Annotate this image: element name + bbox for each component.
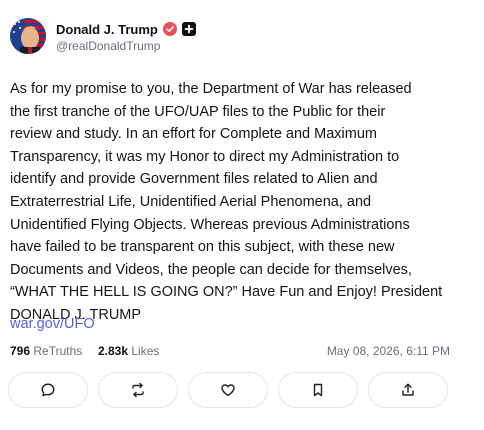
post-line: identify and provide Government files re… (10, 171, 378, 188)
likes-stat[interactable]: 2.83k Likes (98, 344, 159, 358)
post-stats: 796 ReTruths 2.83k Likes May 08, 2026, 6… (10, 344, 450, 362)
name-line: Donald J. Trump (56, 20, 196, 38)
share-icon (400, 382, 416, 398)
bookmark-button[interactable] (278, 372, 358, 408)
post-line: Transparency, it was my Honor to direct … (10, 148, 400, 165)
retruths-label: ReTruths (33, 344, 83, 358)
post-line: “WHAT THE HELL IS GOING ON?” Have Fun an… (10, 284, 443, 301)
timestamp[interactable]: May 08, 2026, 6:11 PM (327, 344, 450, 358)
likes-label: Likes (131, 344, 160, 358)
retruth-icon (130, 382, 146, 398)
post-line: Extraterrestrial Life, Unidentified Aeri… (10, 193, 372, 210)
bookmark-icon (310, 382, 326, 398)
post-line: the first tranche of the UFO/UAP files t… (10, 103, 386, 120)
share-button[interactable] (368, 372, 448, 408)
post-line: Unidentified Flying Objects. Whereas pre… (10, 216, 410, 233)
reply-button[interactable] (8, 372, 88, 408)
like-button[interactable] (188, 372, 268, 408)
like-icon (220, 382, 236, 398)
avatar[interactable] (10, 18, 46, 54)
retruths-stat[interactable]: 796 ReTruths (10, 344, 82, 358)
action-bar (0, 372, 484, 412)
post-line: review and study. In an effort for Compl… (10, 126, 377, 143)
post-body: As for my promise to you, the Department… (10, 78, 480, 327)
retruths-count: 796 (10, 344, 31, 358)
post-line: Documents and Videos, the people can dec… (10, 261, 412, 278)
reply-icon (40, 382, 56, 398)
official-account-icon (181, 22, 196, 36)
verified-badge-icon (162, 22, 177, 36)
post-header: Donald J. Trump @realDonaldTrump (10, 18, 470, 58)
post-line: As for my promise to you, the Department… (10, 81, 412, 97)
likes-count: 2.83k (98, 344, 129, 358)
display-name[interactable]: Donald J. Trump (56, 22, 158, 37)
retruth-button[interactable] (98, 372, 178, 408)
post-link[interactable]: war.gov/UFO (10, 316, 95, 332)
handle[interactable]: @realDonaldTrump (56, 39, 160, 53)
post-line: have failed to be transparent on this su… (10, 239, 395, 256)
